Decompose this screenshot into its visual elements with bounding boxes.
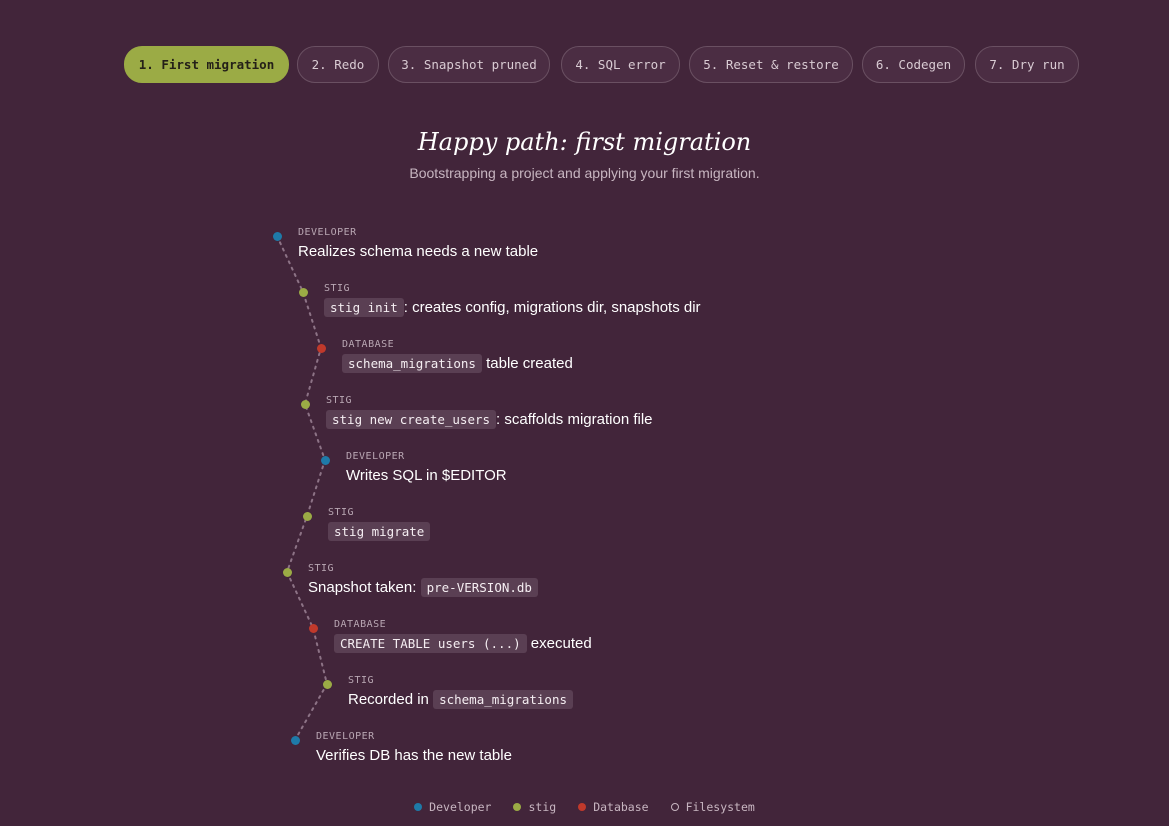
step-text: Verifies DB has the new table [316,747,512,764]
legend-item-developer: Developer [414,800,491,814]
step-actor-label: STIG [348,675,375,686]
scenario-tabs: 1. First migration 2. Redo 3. Snapshot pru… [0,46,1169,83]
tab-7[interactable]: 7. Dry run [975,46,1079,83]
step-actor-label: STIG [308,563,335,574]
step-actor-label: DEVELOPER [316,731,375,742]
stig-dot [298,287,308,297]
step-description: stig new create_users: scaffolds migrati… [326,410,653,429]
step-text: Snapshot taken: [308,579,421,596]
step-description: schema_migrations table created [342,354,573,373]
inline-code: schema_migrations [433,690,573,709]
step-actor-label: DATABASE [334,619,387,630]
step-description: stig migrate [328,522,431,541]
inline-code: stig new create_users [326,410,497,429]
inline-code: CREATE TABLE users (...) [334,634,527,653]
step-text: Realizes schema needs a new table [298,243,539,260]
tab-5[interactable]: 5. Reset & restore [689,46,853,83]
step-description: stig init: creates config, migrations di… [324,298,701,317]
stig-legend-dot [513,803,522,811]
inline-code: pre-VERSION.db [420,578,538,597]
legend-item-stig: stig [513,800,556,814]
step-actor-label: STIG [324,283,351,294]
step-text: : creates config, migrations dir, snapsh… [403,299,701,316]
legend-label: Developer [429,800,492,814]
step-description: Recorded in schema_migrations [348,690,573,709]
tab-6[interactable]: 6. Codegen [862,46,965,83]
stig-dot [302,511,312,521]
tab-2[interactable]: 2. Redo [297,46,379,83]
tab-4[interactable]: 4. SQL error [561,46,680,83]
legend-label: Filesystem [685,800,755,814]
step-text: Recorded in [348,691,434,708]
step-actor-label: DATABASE [342,339,395,350]
stig-dot [282,567,292,577]
inline-code: stig init [324,298,404,317]
step-actor-label: STIG [328,507,355,518]
step-description: Verifies DB has the new table [316,747,512,764]
stig-dot [300,399,310,409]
developer-dot [272,231,282,241]
database-dot [308,623,318,633]
step-text: executed [526,635,592,652]
step-text: : scaffolds migration file [496,411,653,428]
filesystem-legend-dot [670,803,679,811]
developer-dot [320,455,330,465]
page-title: Happy path: first migration [417,128,752,156]
connector-line [276,235,329,741]
stig-dot [322,679,332,689]
page-subtitle: Bootstrapping a project and applying you… [409,165,760,181]
step-description: Realizes schema needs a new table [298,243,538,260]
step-description: Writes SQL in $EDITOR [346,467,507,484]
developer-legend-dot [414,803,423,811]
legend-label: Database [593,800,649,814]
developer-dot [290,735,300,745]
inline-code: schema_migrations [342,354,482,373]
legend-label: stig [528,800,557,814]
step-text: Writes SQL in $EDITOR [346,467,507,484]
step-actor-label: STIG [326,395,353,406]
database-legend-dot [578,803,587,811]
step-description: CREATE TABLE users (...) executed [334,634,592,653]
tab-1[interactable]: 1. First migration [124,46,289,83]
legend-item-filesystem: Filesystem [670,800,755,814]
step-description: Snapshot taken: pre-VERSION.db [308,578,538,597]
database-dot [316,343,326,353]
legend: Developer stig Database Filesystem [0,800,1169,814]
step-actor-label: DEVELOPER [346,451,405,462]
legend-item-database: Database [578,800,649,814]
step-actor-label: DEVELOPER [298,227,357,238]
inline-code: stig migrate [328,522,431,541]
tab-3[interactable]: 3. Snapshot pruned [388,46,550,83]
step-text: table created [481,355,573,372]
